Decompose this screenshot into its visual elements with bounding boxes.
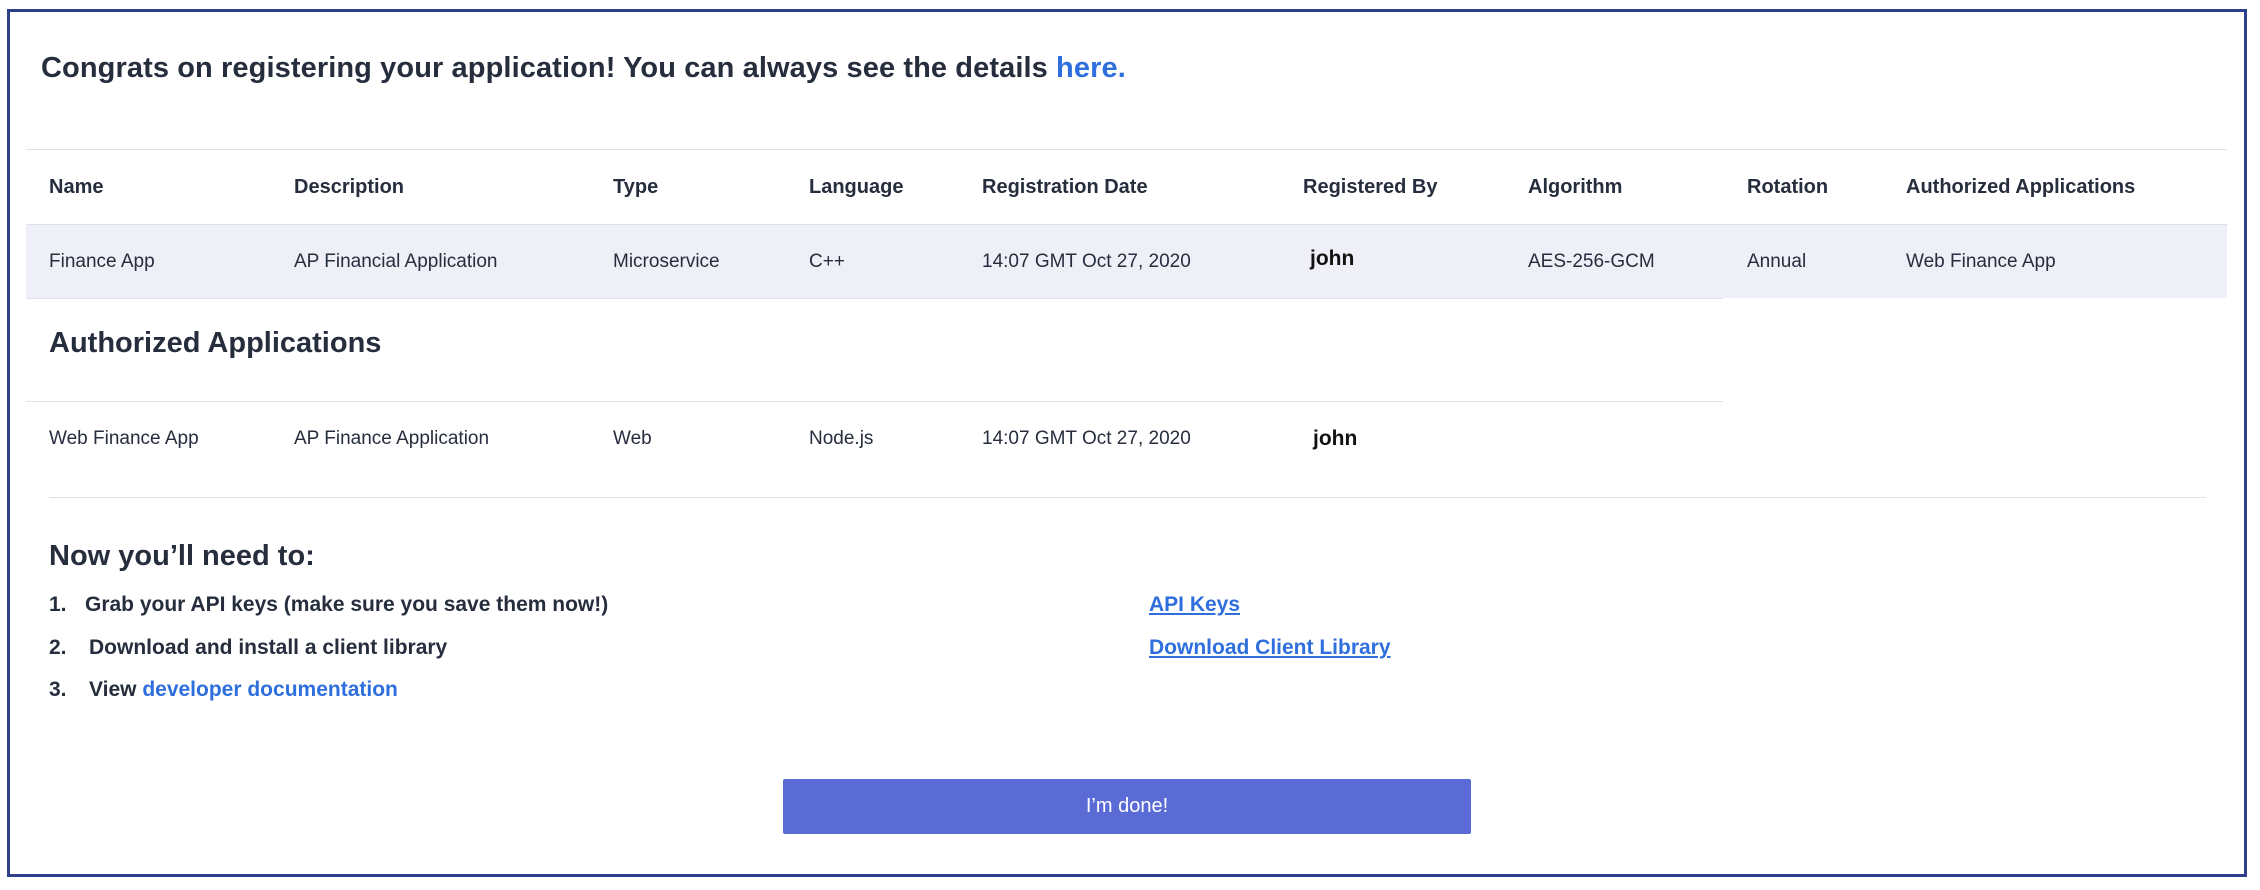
cell-registered-by: john — [1313, 426, 1358, 450]
column-header-authorized-applications: Authorized Applications — [1906, 176, 2136, 198]
step-text: View — [89, 678, 143, 701]
column-header-algorithm: Algorithm — [1528, 176, 1623, 198]
developer-documentation-link[interactable]: developer documentation — [142, 678, 398, 701]
step-text: Grab your API keys (make sure you save t… — [85, 593, 609, 616]
step-number: 3. — [49, 678, 67, 701]
cell-description: AP Finance Application — [294, 427, 490, 449]
list-item: 3. View developer documentation — [49, 678, 398, 702]
api-keys-link[interactable]: API Keys — [1149, 593, 1240, 617]
next-steps-title: Now you’ll need to: — [49, 540, 315, 572]
cell-algorithm: AES-256-GCM — [1528, 250, 1655, 272]
column-header-type: Type — [613, 176, 659, 198]
step-text: Download and install a client library — [89, 636, 448, 659]
authorized-applications-title: Authorized Applications — [49, 327, 382, 359]
cell-registration-date: 14:07 GMT Oct 27, 2020 — [982, 427, 1191, 449]
column-header-rotation: Rotation — [1747, 176, 1829, 198]
list-item: 1. Grab your API keys (make sure you save… — [49, 593, 608, 617]
cell-name: Web Finance App — [49, 427, 199, 449]
congrats-text: Congrats on registering your application… — [41, 52, 1057, 84]
download-client-library-link[interactable]: Download Client Library — [1149, 636, 1391, 660]
cell-registered-by: john — [1310, 246, 1355, 270]
cell-name: Finance App — [49, 250, 155, 272]
cell-rotation: Annual — [1747, 250, 1807, 272]
step-number: 2. — [49, 636, 67, 659]
table-row[interactable]: Web Finance App AP Finance Application W… — [26, 402, 1723, 475]
cell-registration-date: 14:07 GMT Oct 27, 2020 — [982, 250, 1191, 272]
done-button[interactable]: I’m done! — [783, 779, 1471, 834]
column-header-registration-date: Registration Date — [982, 176, 1148, 198]
divider — [49, 497, 2206, 498]
cell-language: Node.js — [809, 427, 874, 449]
divider — [26, 149, 2227, 150]
cell-description: AP Financial Application — [294, 250, 498, 272]
list-item: 2. Download and install a client library — [49, 636, 447, 660]
cell-type: Web — [613, 427, 652, 449]
details-link[interactable]: here. — [1056, 52, 1126, 84]
table-header-row: Name Description Type Language Registrat… — [26, 151, 2227, 224]
divider — [26, 298, 1723, 299]
table-row[interactable]: Finance App AP Financial Application Mic… — [26, 225, 2227, 298]
column-header-language: Language — [809, 176, 904, 198]
column-header-description: Description — [294, 176, 405, 198]
step-number: 1. — [49, 593, 67, 616]
cell-language: C++ — [809, 250, 845, 272]
cell-authorized-applications: Web Finance App — [1906, 250, 2056, 272]
column-header-name: Name — [49, 176, 104, 198]
congrats-heading: Congrats on registering your application… — [41, 52, 1126, 85]
column-header-registered-by: Registered By — [1303, 176, 1438, 198]
cell-type: Microservice — [613, 250, 720, 272]
